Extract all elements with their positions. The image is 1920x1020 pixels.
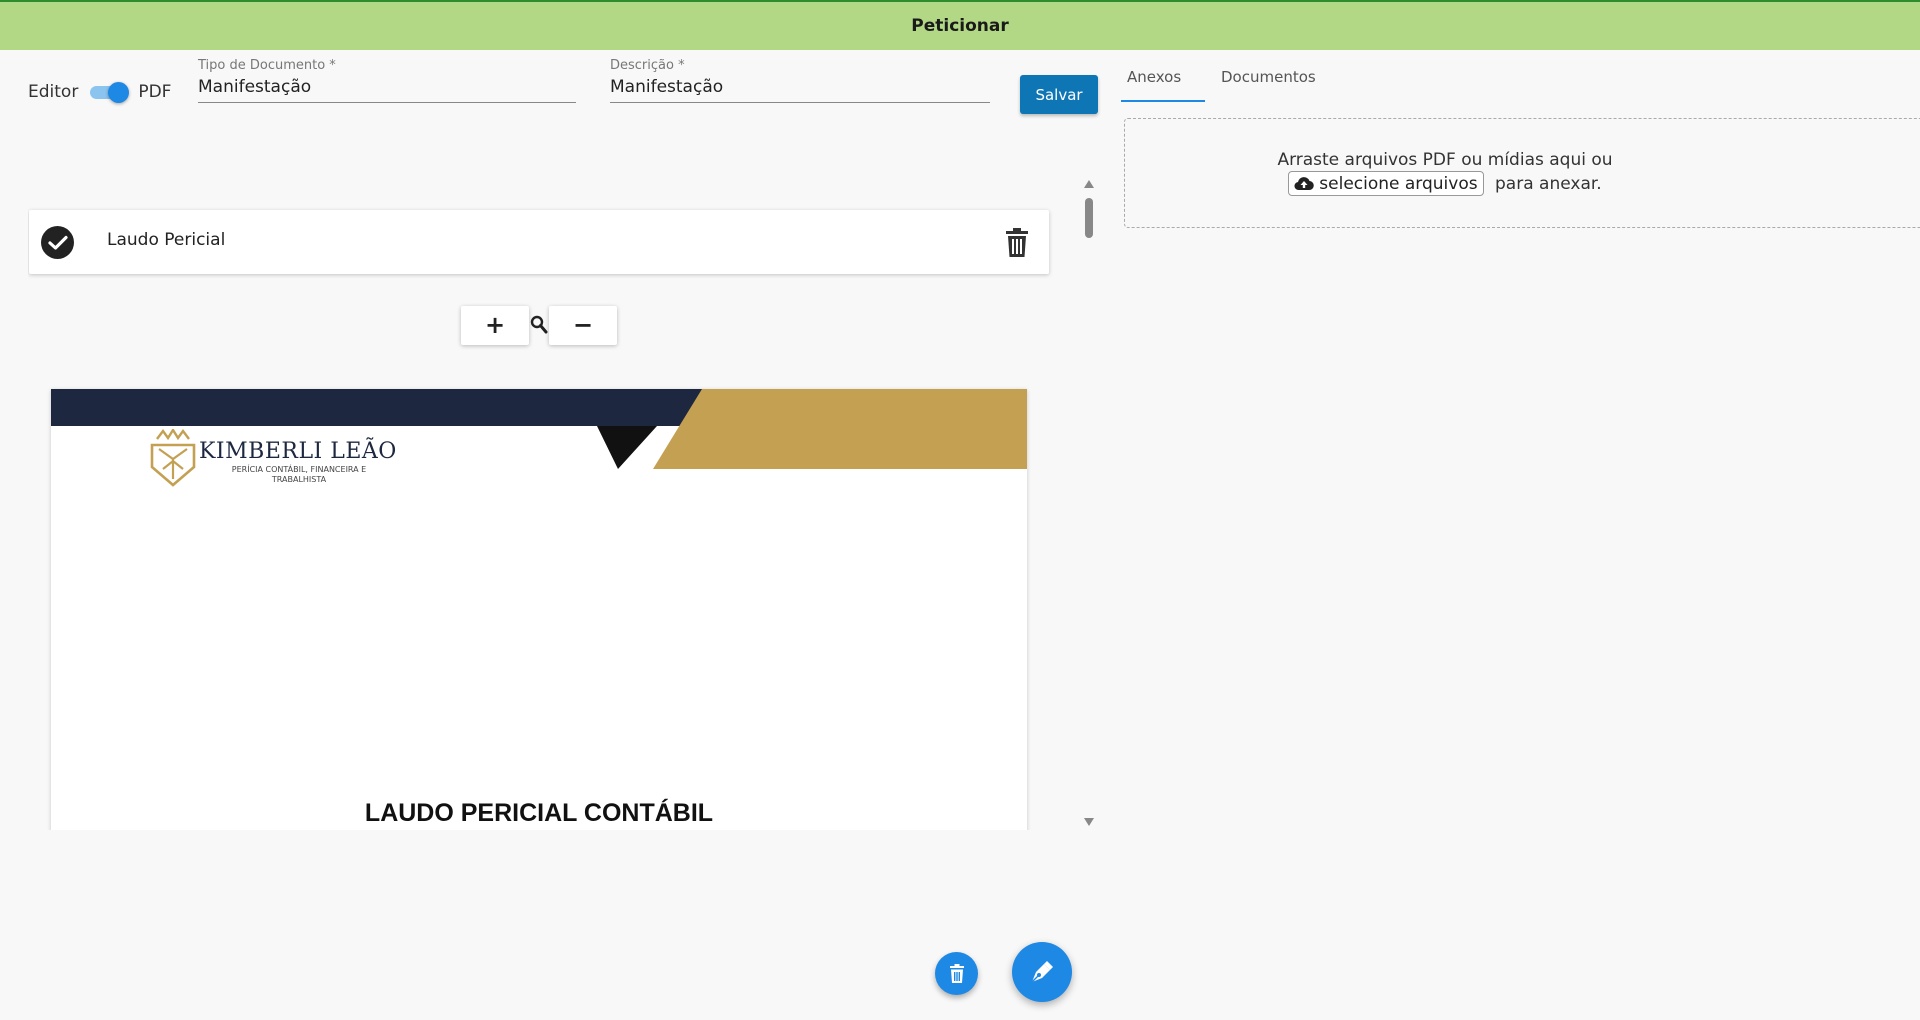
top-bar: Peticionar [0,0,1920,50]
tab-documentos[interactable]: Documentos [1215,66,1328,102]
description-input[interactable] [610,77,990,103]
scroll-down-arrow-icon[interactable] [1084,818,1094,826]
sign-fab-button[interactable] [1012,942,1072,1002]
doc-type-label: Tipo de Documento * [198,58,336,73]
select-files-button[interactable]: selecione arquivos [1288,171,1484,196]
scroll-thumb[interactable] [1085,198,1093,238]
scroll-up-arrow-icon[interactable] [1084,180,1094,188]
tab-anexos[interactable]: Anexos [1121,66,1205,102]
pdf-heading: LAUDO PERICIAL CONTÁBIL [364,799,714,827]
document-card[interactable]: Laudo Pericial [29,210,1049,274]
select-files-label: selecione arquivos [1319,173,1478,194]
switch-thumb [108,82,130,103]
toggle-label-editor: Editor [28,82,79,102]
page-title: Peticionar [911,16,1009,36]
dropzone-line-1: Arraste arquivos PDF ou mídias aqui ou [1277,150,1613,170]
attachments-panel: Anexos Documentos Arraste arquivos PDF o… [1120,50,1920,1020]
document-scroll-area: Laudo Pericial + − KIMBERLI LEÃO PERÍCIA… [28,160,1098,830]
zoom-out-button[interactable]: − [549,305,617,345]
description-field: Descrição * [610,58,990,103]
editor-panel: Editor PDF Tipo de Documento * Descrição… [0,50,1100,1020]
search-icon [530,315,548,335]
attachment-tabs: Anexos Documentos [1121,66,1338,102]
doc-type-input[interactable] [198,77,576,103]
zoom-controls: + − [461,305,617,345]
check-circle-icon[interactable] [41,226,74,259]
document-name: Laudo Pericial [107,230,417,250]
description-label: Descrição * [610,58,685,73]
logo-emblem-icon [149,427,197,491]
logo-name: KIMBERLI LEÃO [199,439,397,464]
zoom-in-button[interactable]: + [461,305,529,345]
editor-pdf-toggle: Editor PDF [28,82,172,103]
dropzone-suffix: para anexar. [1495,173,1602,194]
pdf-preview-page: KIMBERLI LEÃO PERÍCIA CONTÁBIL, FINANCEI… [51,389,1027,830]
dropzone-line-2: selecione arquivos para anexar. [1125,171,1765,196]
letterhead-banner [51,389,1027,469]
mode-switch[interactable] [88,82,130,103]
delete-fab-button[interactable] [935,952,978,995]
cloud-upload-icon [1294,177,1315,191]
pen-nib-icon [1031,961,1053,983]
file-dropzone[interactable]: Arraste arquivos PDF ou mídias aqui ou s… [1124,118,1920,228]
trash-icon [949,963,964,983]
logo-subtitle: PERÍCIA CONTÁBIL, FINANCEIRA E TRABALHIS… [231,465,367,484]
doc-type-field: Tipo de Documento * [198,58,576,103]
toggle-label-pdf: PDF [138,82,172,102]
trash-icon[interactable] [1003,228,1031,258]
vertical-scrollbar[interactable] [1082,180,1096,830]
save-button[interactable]: Salvar [1020,75,1098,114]
